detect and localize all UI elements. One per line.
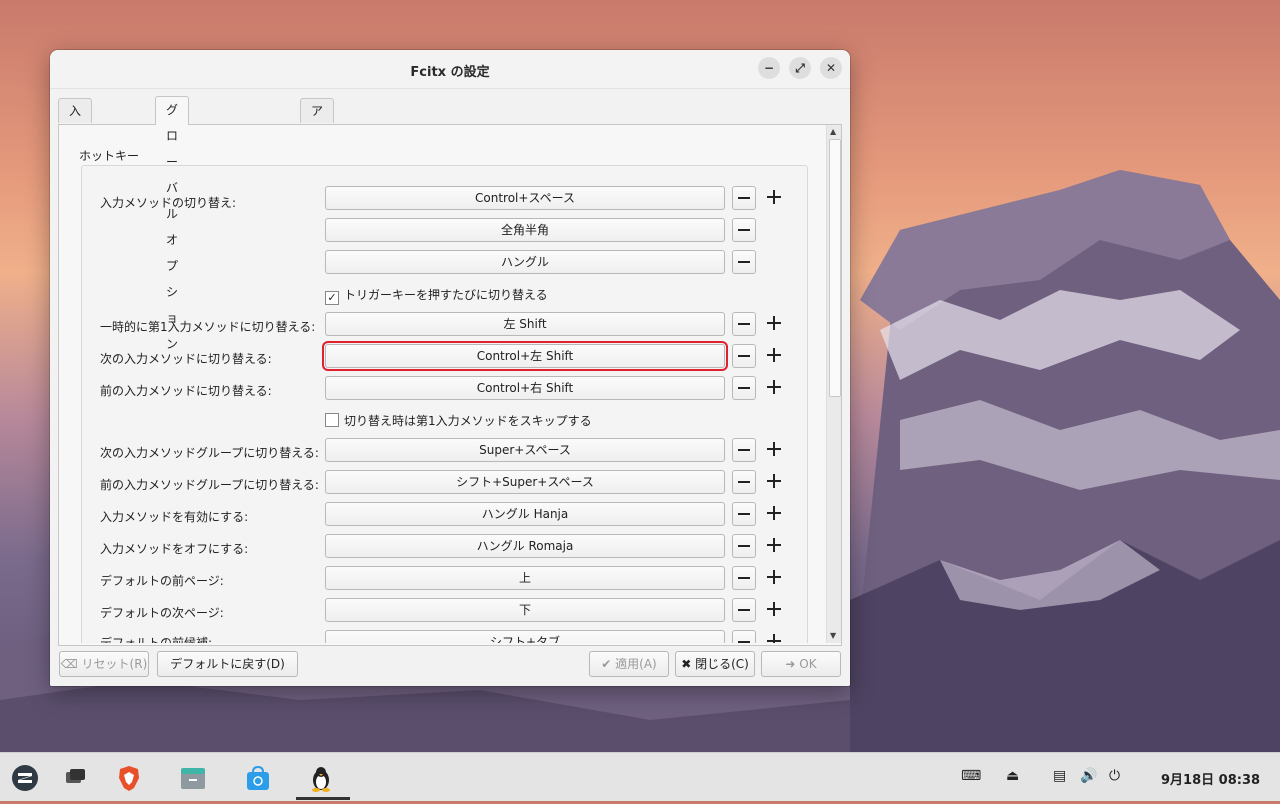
apply-button[interactable]: ✔ 適用(A): [589, 651, 669, 677]
add-key-button[interactable]: [764, 439, 784, 459]
off-im-label: 入力メソッドをオフにする:: [100, 542, 249, 556]
ok-icon: ➜: [785, 657, 800, 671]
ok-button[interactable]: ➜ OK: [761, 651, 841, 677]
remove-key-button[interactable]: [732, 218, 756, 242]
add-key-button[interactable]: [764, 599, 784, 619]
add-key-button[interactable]: [764, 631, 784, 643]
scrollbar-thumb[interactable]: [829, 139, 841, 397]
remove-key-button[interactable]: [732, 534, 756, 558]
title-bar: Fcitx の設定 − ⤢ ✕: [50, 50, 850, 89]
add-key-button[interactable]: [764, 345, 784, 365]
prev-candidate-key-button[interactable]: シフト+タブ: [325, 630, 725, 643]
next-page-key-button[interactable]: 下: [325, 598, 725, 622]
next-group-key-button[interactable]: Super+スペース: [325, 438, 725, 462]
prev-page-label: デフォルトの前ページ:: [100, 574, 224, 588]
remove-key-button[interactable]: [732, 566, 756, 590]
fcitx-settings-window: Fcitx の設定 − ⤢ ✕ 入力メソッド グローバルオプション アドオン ホ…: [50, 50, 850, 686]
prev-group-label: 前の入力メソッドグループに切り替える:: [100, 478, 319, 492]
prev-page-key-button[interactable]: 上: [325, 566, 725, 590]
maximize-button[interactable]: ⤢: [789, 57, 811, 79]
prev-group-key-button[interactable]: シフト+Super+スペース: [325, 470, 725, 494]
hotkey-group-label: ホットキー: [79, 149, 140, 163]
file-manager-icon[interactable]: [178, 763, 208, 793]
switch-key-1-button[interactable]: Control+スペース: [325, 186, 725, 210]
prev-candidate-label: デフォルトの前候補:: [100, 636, 213, 643]
keyboard-icon[interactable]: ⌨: [961, 768, 981, 784]
remove-key-button[interactable]: [732, 438, 756, 462]
add-key-button[interactable]: [764, 187, 784, 207]
tab-input-methods[interactable]: 入力メソッド: [58, 98, 93, 238]
prev-im-label: 前の入力メソッドに切り替える:: [100, 384, 272, 398]
eject-icon[interactable]: ⏏: [1006, 768, 1019, 784]
checkbox-checked[interactable]: ✓: [325, 291, 339, 305]
add-key-button[interactable]: [764, 535, 784, 555]
remove-key-button[interactable]: [732, 598, 756, 622]
button-bar: ⌫ リセット(R) デフォルトに戻す(D) ✔ 適用(A) ✖ 閉じる(C) ➜…: [50, 646, 850, 686]
remove-key-button[interactable]: [732, 250, 756, 274]
reset-icon: ⌫: [60, 657, 82, 671]
close-icon: ✖: [681, 657, 696, 671]
add-key-button[interactable]: [764, 377, 784, 397]
prev-im-key-button[interactable]: Control+右 Shift: [325, 376, 725, 400]
next-group-label: 次の入力メソッドグループに切り替える:: [100, 446, 319, 460]
add-key-button[interactable]: [764, 313, 784, 333]
restore-defaults-button[interactable]: デフォルトに戻す(D): [157, 651, 298, 677]
close-window-button[interactable]: ✕: [820, 57, 842, 79]
minimize-button[interactable]: −: [758, 57, 780, 79]
window-title: Fcitx の設定: [410, 65, 490, 80]
clock[interactable]: 9月18日 08:38: [1161, 769, 1260, 788]
remove-key-button[interactable]: [732, 186, 756, 210]
zorin-menu-icon[interactable]: [10, 763, 40, 793]
close-button[interactable]: ✖ 閉じる(C): [675, 651, 755, 677]
temp-first-im-label: 一時的に第1入力メソッドに切り替える:: [100, 320, 316, 334]
remove-key-button[interactable]: [732, 502, 756, 526]
add-key-button[interactable]: [764, 567, 784, 587]
check-icon: ✔: [601, 657, 616, 671]
workspace-switcher-icon[interactable]: [60, 763, 90, 793]
taskbar: ⌨ ⏏ ▤ 🔊 ⏻ 9月18日 08:38: [0, 752, 1280, 801]
add-key-button[interactable]: [764, 503, 784, 523]
remove-key-button[interactable]: [732, 376, 756, 400]
enable-im-label: 入力メソッドを有効にする:: [100, 510, 249, 524]
trigger-switch-label: トリガーキーを押すたびに切り替える: [344, 288, 548, 302]
clock-time: 08:38: [1218, 773, 1261, 788]
checkbox-unchecked[interactable]: [325, 413, 339, 427]
switch-key-2-button[interactable]: 全角半角: [325, 218, 725, 242]
trigger-switch-checkbox[interactable]: ✓ トリガーキーを押すたびに切り替える: [325, 286, 548, 305]
tab-global-options[interactable]: グローバルオプション: [155, 96, 190, 351]
fcitx-penguin-icon[interactable]: [306, 763, 336, 793]
volume-icon[interactable]: 🔊: [1080, 768, 1097, 784]
skip-first-im-checkbox[interactable]: 切り替え時は第1入力メソッドをスキップする: [325, 412, 592, 429]
switch-key-3-button[interactable]: ハングル: [325, 250, 725, 274]
tab-addons[interactable]: アドオン: [300, 98, 335, 190]
software-store-icon[interactable]: [243, 763, 273, 793]
network-icon[interactable]: ▤: [1053, 768, 1066, 784]
off-im-key-button[interactable]: ハングル Romaja: [325, 534, 725, 558]
next-page-label: デフォルトの次ページ:: [100, 606, 224, 620]
next-im-label: 次の入力メソッドに切り替える:: [100, 352, 272, 366]
reset-button[interactable]: ⌫ リセット(R): [59, 651, 149, 677]
skip-first-im-label: 切り替え時は第1入力メソッドをスキップする: [344, 414, 592, 428]
remove-key-button[interactable]: [732, 470, 756, 494]
vertical-scrollbar[interactable]: ▲ ▼: [826, 125, 841, 643]
add-key-button[interactable]: [764, 471, 784, 491]
remove-key-button[interactable]: [732, 344, 756, 368]
clock-date: 9月18日: [1161, 773, 1215, 788]
remove-key-button[interactable]: [732, 630, 756, 643]
remove-key-button[interactable]: [732, 312, 756, 336]
power-icon[interactable]: ⏻: [1109, 768, 1120, 784]
scroll-down-icon[interactable]: ▼: [830, 631, 836, 640]
brave-browser-icon[interactable]: [114, 763, 144, 793]
enable-im-key-button[interactable]: ハングル Hanja: [325, 502, 725, 526]
temp-first-im-key-button[interactable]: 左 Shift: [325, 312, 725, 336]
next-im-key-button[interactable]: Control+左 Shift: [322, 341, 728, 371]
scroll-up-icon[interactable]: ▲: [830, 127, 836, 136]
